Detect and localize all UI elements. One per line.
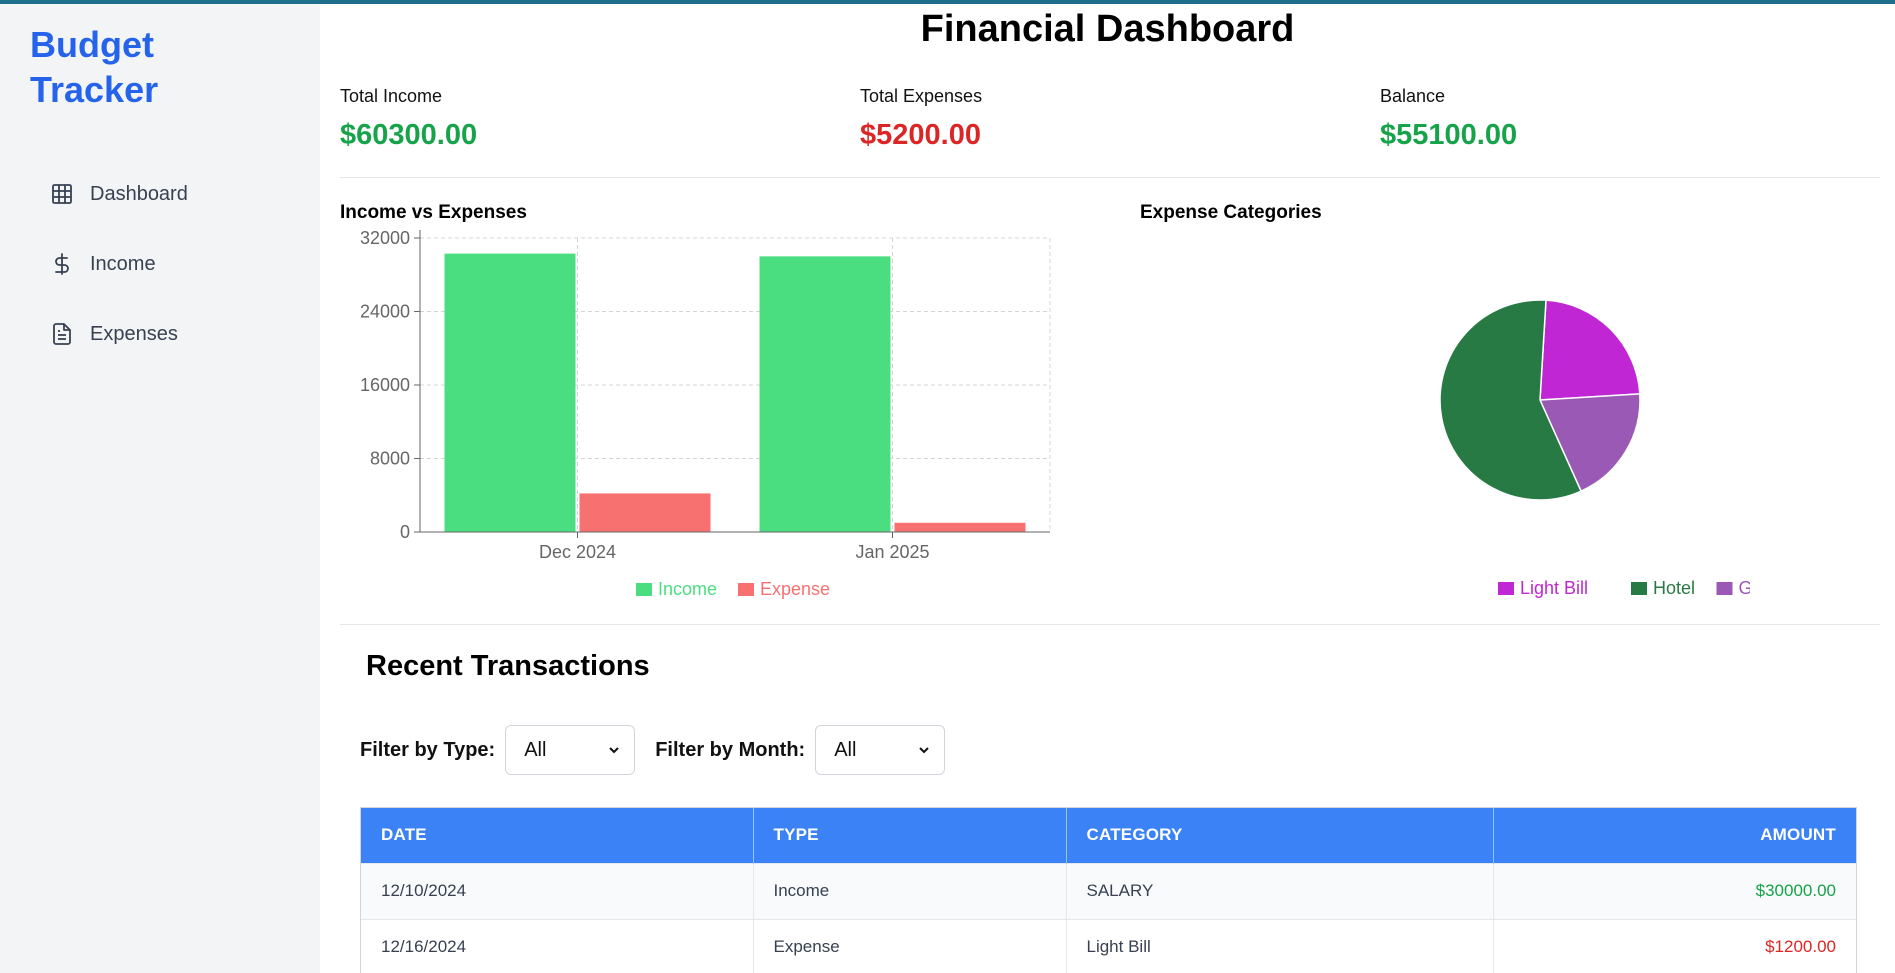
filter-type-value: All <box>524 738 547 761</box>
legend-label: Grocery <box>1739 578 1751 598</box>
cell-date: 12/16/2024 <box>361 918 754 973</box>
y-tick-label: 32000 <box>360 228 410 248</box>
filter-month-select[interactable]: All <box>815 725 946 775</box>
filter-type-label: Filter by Type: <box>360 738 496 761</box>
sidebar-item-label: Dashboard <box>90 182 188 205</box>
chevron-down-icon <box>919 747 929 754</box>
pie-chart-title: Expense Categories <box>1140 202 1322 223</box>
legend-swatch <box>1716 582 1733 595</box>
total-expenses-card: Total Expenses $5200.00 <box>860 86 1360 152</box>
bar-chart-title: Income vs Expenses <box>340 202 527 223</box>
pie-slice-light-bill <box>1539 299 1641 401</box>
cell-category: Light Bill <box>1066 918 1494 973</box>
bar-expense <box>579 493 711 532</box>
chevron-down-icon <box>609 747 619 754</box>
page-title: Financial Dashboard <box>920 8 1295 50</box>
sidebar-nav: Dashboard Income Expenses <box>50 159 300 369</box>
cell-amount: $30000.00 <box>1493 862 1856 919</box>
cell-type: Expense <box>753 918 1067 973</box>
cell-date: 12/10/2024 <box>361 862 754 919</box>
legend-label: Income <box>658 579 717 599</box>
y-tick-label: 24000 <box>360 302 410 322</box>
y-tick-label: 8000 <box>370 449 410 469</box>
legend-swatch <box>1631 582 1647 595</box>
grid-icon <box>50 182 74 206</box>
sidebar-item-dashboard[interactable]: Dashboard <box>50 159 300 229</box>
y-tick-label: 16000 <box>360 375 410 395</box>
summary-stats: Total Income $60300.00 Total Expenses $5… <box>340 86 1880 178</box>
y-tick-label: 0 <box>400 522 410 542</box>
table-row[interactable]: 12/16/2024 Expense Light Bill $1200.00 <box>361 918 1856 973</box>
sidebar-item-expenses[interactable]: Expenses <box>50 299 300 369</box>
total-income-card: Total Income $60300.00 <box>340 86 840 152</box>
sidebar-item-label: Income <box>90 252 156 275</box>
filter-type-select[interactable]: All <box>505 725 636 775</box>
cell-type: Income <box>753 862 1067 919</box>
legend-swatch <box>636 583 652 596</box>
sidebar-item-income[interactable]: Income <box>50 229 300 299</box>
filter-month-value: All <box>834 738 857 761</box>
cell-amount: $1200.00 <box>1493 918 1856 973</box>
legend-label: Light Bill <box>1520 578 1588 598</box>
column-header-date[interactable]: DATE <box>361 808 754 863</box>
balance-card: Balance $55100.00 <box>1380 86 1880 152</box>
transactions-title: Recent Transactions <box>366 650 650 682</box>
filter-month-label: Filter by Month: <box>655 738 806 761</box>
section-divider <box>340 624 1880 625</box>
table-header-row: DATE TYPE CATEGORY AMOUNT <box>361 808 1856 863</box>
dollar-icon <box>50 252 74 276</box>
legend-label: Expense <box>760 579 830 599</box>
expense-category-pie-chart: Light Bill Hotel Grocery <box>1439 299 1751 598</box>
legend-swatch <box>738 583 754 596</box>
x-tick-label: Dec 2024 <box>539 542 616 562</box>
sidebar: Budget Tracker Dashboard Income Expenses <box>0 4 320 973</box>
table-row[interactable]: 12/10/2024 Income SALARY $30000.00 <box>361 862 1856 919</box>
balance-label: Balance <box>1380 86 1446 106</box>
bar-expense <box>894 522 1026 532</box>
bar-income <box>444 253 576 532</box>
main-content: Financial Dashboard Total Income $60300.… <box>320 4 1895 973</box>
bar-income <box>759 256 891 532</box>
transaction-filters: Filter by Type: All Filter by Month: All <box>360 725 965 775</box>
total-expenses-value: $5200.00 <box>860 119 981 151</box>
total-income-value: $60300.00 <box>340 119 478 151</box>
document-icon <box>50 322 74 346</box>
legend-label: Hotel <box>1653 578 1695 598</box>
column-header-amount[interactable]: AMOUNT <box>1493 808 1856 863</box>
sidebar-item-label: Expenses <box>90 322 178 345</box>
column-header-type[interactable]: TYPE <box>753 808 1067 863</box>
brand-logo-text[interactable]: Budget Tracker <box>30 22 230 112</box>
balance-value: $55100.00 <box>1380 119 1518 151</box>
column-header-category[interactable]: CATEGORY <box>1066 808 1494 863</box>
total-expenses-label: Total Expenses <box>860 86 983 106</box>
cell-category: SALARY <box>1066 862 1494 919</box>
income-expense-bar-chart: 0 8000 16000 24000 32000 Dec 2024 Jan 2025 Inco… <box>360 228 1051 599</box>
legend-swatch <box>1498 582 1514 595</box>
transactions-table: DATE TYPE CATEGORY AMOUNT 12/10/2024 Inc… <box>360 807 1857 973</box>
x-tick-label: Jan 2025 <box>855 542 929 562</box>
total-income-label: Total Income <box>340 86 443 106</box>
